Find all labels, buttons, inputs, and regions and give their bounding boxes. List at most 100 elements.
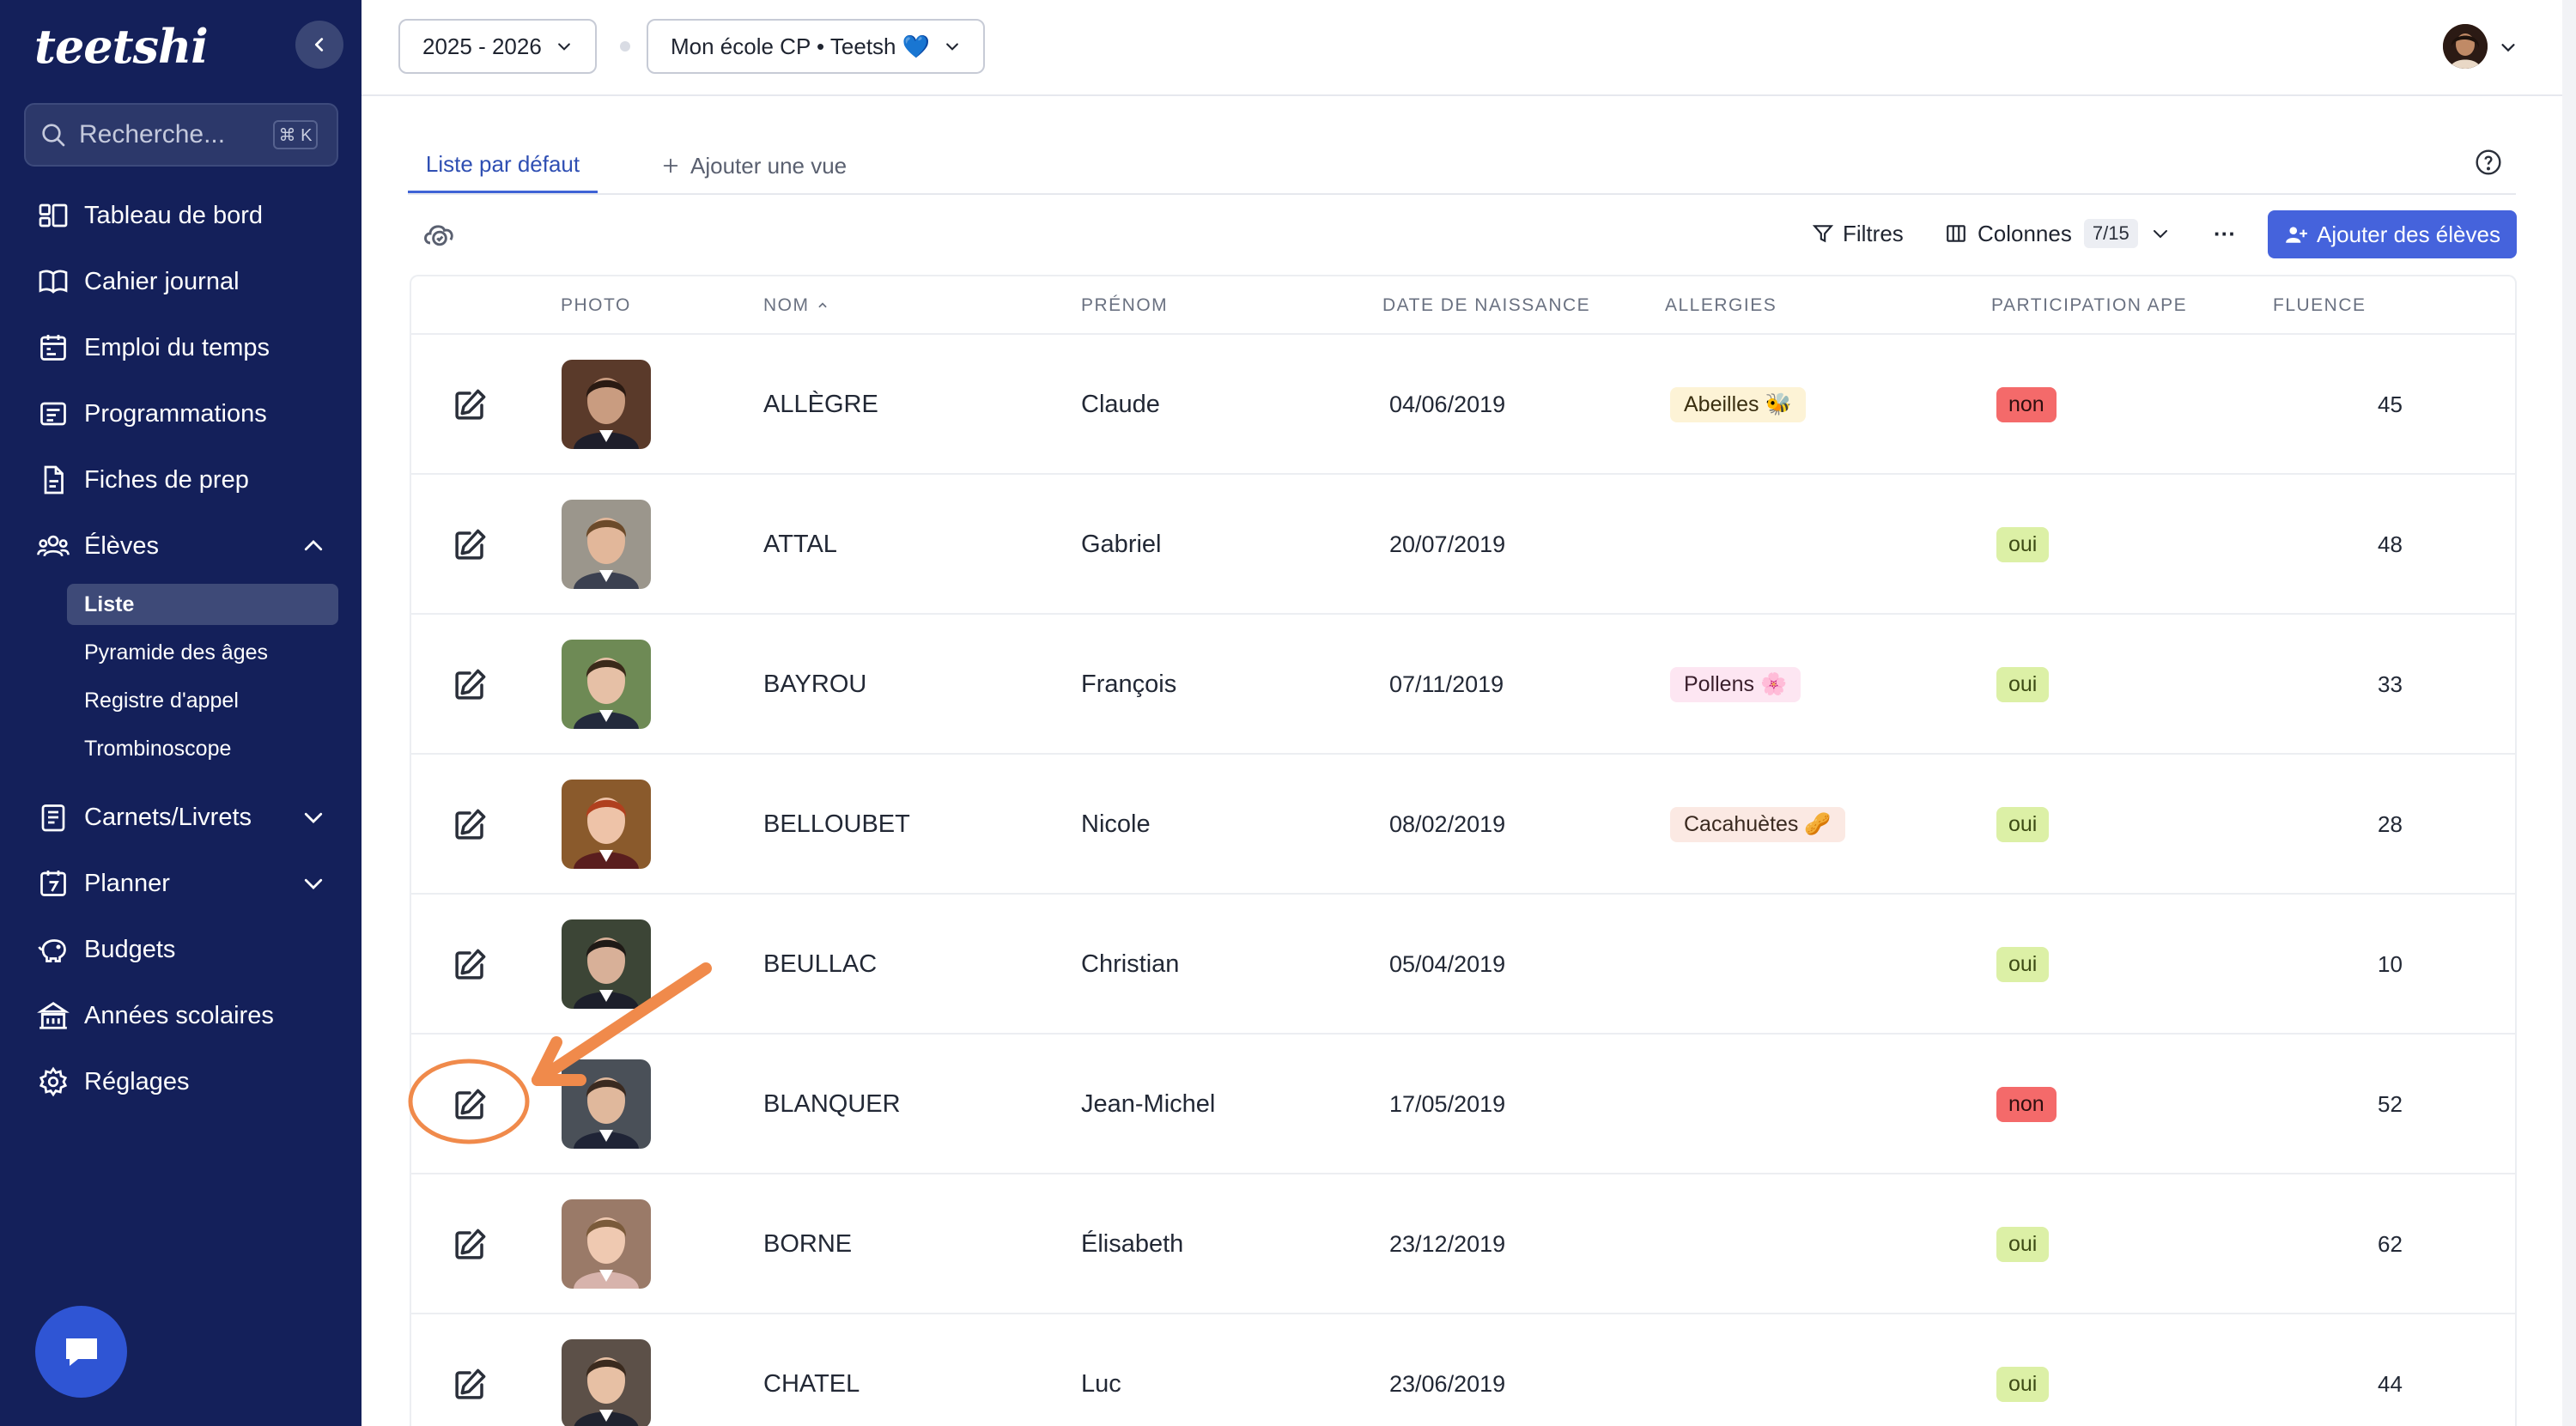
sidebar-subitem-registre[interactable]: Registre d'appel [67,680,338,721]
sidebar-item-cahier-journal[interactable]: Cahier journal [34,260,240,303]
table-row[interactable]: ALLÈGRE Claude 04/06/2019 Abeilles 🐝 non… [411,335,2515,475]
student-birth-date: 05/04/2019 [1389,951,1506,977]
table-row[interactable]: BAYROU François 07/11/2019 Pollens 🌸 oui… [411,615,2515,755]
more-options-button[interactable]: ··· [2214,211,2236,256]
sidebar-item-label: Élèves [84,531,160,560]
sidebar-subitem-trombinoscope[interactable]: Trombinoscope [67,728,338,769]
sidebar-item-label: Fiches de prep [84,465,249,494]
table-row[interactable]: BELLOUBET Nicole 08/02/2019 Cacahuètes 🥜… [411,755,2515,895]
search-input[interactable]: Recherche... ⌘ K [24,103,338,167]
edit-icon[interactable] [452,1087,488,1123]
ape-cell: oui [1996,615,2050,755]
sidebar-subitem-label: Pyramide des âges [84,640,269,664]
help-icon[interactable] [2475,149,2502,176]
sidebar-item-label: Programmations [84,399,267,428]
ape-cell: oui [1996,1314,2050,1426]
table-row[interactable]: ATTAL Gabriel 20/07/2019 oui 48 [411,475,2515,615]
chevron-left-icon [314,38,324,52]
student-photo [562,919,651,1009]
table-row[interactable]: BORNE Élisabeth 23/12/2019 oui 62 [411,1174,2515,1314]
student-birth-date: 08/02/2019 [1389,811,1506,837]
table-row[interactable]: BLANQUER Jean-Michel 17/05/2019 non 52 [411,1035,2515,1174]
student-photo [562,640,651,729]
chevron-down-icon [946,43,958,51]
student-last-name: BEULLAC [763,950,878,978]
sidebar-subitem-pyramide[interactable]: Pyramide des âges [67,632,338,673]
edit-icon[interactable] [452,807,488,843]
student-last-name: BORNE [763,1230,853,1258]
column-header-fluence[interactable]: FLUENCE [2273,276,2366,335]
student-birth-date: 17/05/2019 [1389,1091,1506,1117]
table-row[interactable]: BEULLAC Christian 05/04/2019 oui 10 [411,895,2515,1035]
edit-icon[interactable] [452,1367,488,1403]
chat-support-button[interactable] [35,1306,127,1398]
ape-badge: non [1996,1087,2057,1122]
allergies-cell: Pollens 🌸 [1670,615,1801,755]
sidebar-item-annees-scolaires[interactable]: Années scolaires [34,994,274,1037]
student-photo [562,780,651,869]
column-header-date-naissance[interactable]: DATE DE NAISSANCE [1382,276,1590,335]
column-header-photo[interactable]: PHOTO [561,276,631,335]
ape-badge: oui [1996,807,2050,842]
sidebar-item-carnets[interactable]: Carnets/Livrets [34,796,326,839]
list-icon [34,397,72,431]
student-last-name: BLANQUER [763,1090,901,1118]
sidebar-item-budgets[interactable]: Budgets [34,928,175,971]
scrollbar-track[interactable] [2562,0,2576,1426]
table-row[interactable]: CHATEL Luc 23/06/2019 oui 44 [411,1314,2515,1426]
edit-icon[interactable] [452,527,488,563]
student-first-name: Gabriel [1081,531,1162,558]
chat-icon [65,1338,97,1366]
columns-icon [1947,225,1965,242]
column-header-nom[interactable]: NOM [763,276,829,335]
allergy-badge: Abeilles 🐝 [1670,387,1806,422]
student-first-name: Nicole [1081,810,1151,838]
student-last-name: BAYROU [763,671,867,698]
sidebar-item-reglages[interactable]: Réglages [34,1060,190,1103]
edit-icon[interactable] [452,947,488,983]
chevron-down-icon [304,878,323,889]
ape-badge: oui [1996,1367,2050,1402]
sidebar-item-emploi-du-temps[interactable]: Emploi du temps [34,326,270,369]
sidebar-item-dashboard[interactable]: Tableau de bord [34,194,263,237]
search-placeholder: Recherche... [79,120,226,149]
class-select[interactable]: Mon école CP • Teetsh 💙 [647,19,986,74]
edit-icon[interactable] [452,387,488,423]
student-photo [562,1059,651,1149]
sidebar-item-programmations[interactable]: Programmations [34,392,267,435]
edit-icon[interactable] [452,667,488,703]
student-birth-date: 23/12/2019 [1389,1231,1506,1257]
add-view-tab[interactable]: Ajouter une vue [661,137,847,194]
student-first-name: François [1081,671,1177,698]
plus-icon [663,158,678,173]
sidebar-subitem-label: Trombinoscope [84,736,232,761]
student-last-name: ALLÈGRE [763,391,878,418]
fluence-value: 45 [2378,391,2403,417]
user-avatar[interactable] [2443,24,2488,69]
chevron-down-icon [2153,230,2167,239]
top-bar: 2025 - 2026 Mon école CP • Teetsh 💙 [361,0,2576,96]
sidebar-subitem-liste[interactable]: Liste [67,584,338,625]
add-students-button[interactable]: Ajouter des élèves [2268,210,2517,258]
sidebar-item-eleves[interactable]: Élèves [34,525,326,567]
column-header-allergies[interactable]: ALLERGIES [1665,276,1777,335]
chevron-down-icon[interactable] [2499,38,2518,57]
cloud-sync-icon[interactable] [421,215,459,252]
columns-count: 7/15 [2083,219,2138,248]
tab-liste-par-defaut[interactable]: Liste par défaut [408,137,598,194]
column-header-prenom[interactable]: PRÉNOM [1081,276,1168,335]
edit-icon[interactable] [452,1227,488,1263]
chevron-up-icon [304,540,323,551]
filters-button[interactable]: Filtres [1812,211,1904,256]
collapse-sidebar-button[interactable] [295,21,343,69]
school-year-select[interactable]: 2025 - 2026 [398,19,597,74]
student-first-name: Claude [1081,391,1160,418]
sidebar-item-fiches-de-prep[interactable]: Fiches de prep [34,458,249,501]
column-header-label: NOM [763,295,810,315]
columns-button[interactable]: Colonnes 7/15 [1945,211,2171,256]
ape-badge: oui [1996,947,2050,982]
fluence-value: 33 [2378,671,2403,697]
sidebar-item-planner[interactable]: Planner [34,862,326,905]
ape-cell: oui [1996,895,2050,1035]
column-header-participation-ape[interactable]: PARTICIPATION APE [1991,276,2187,335]
